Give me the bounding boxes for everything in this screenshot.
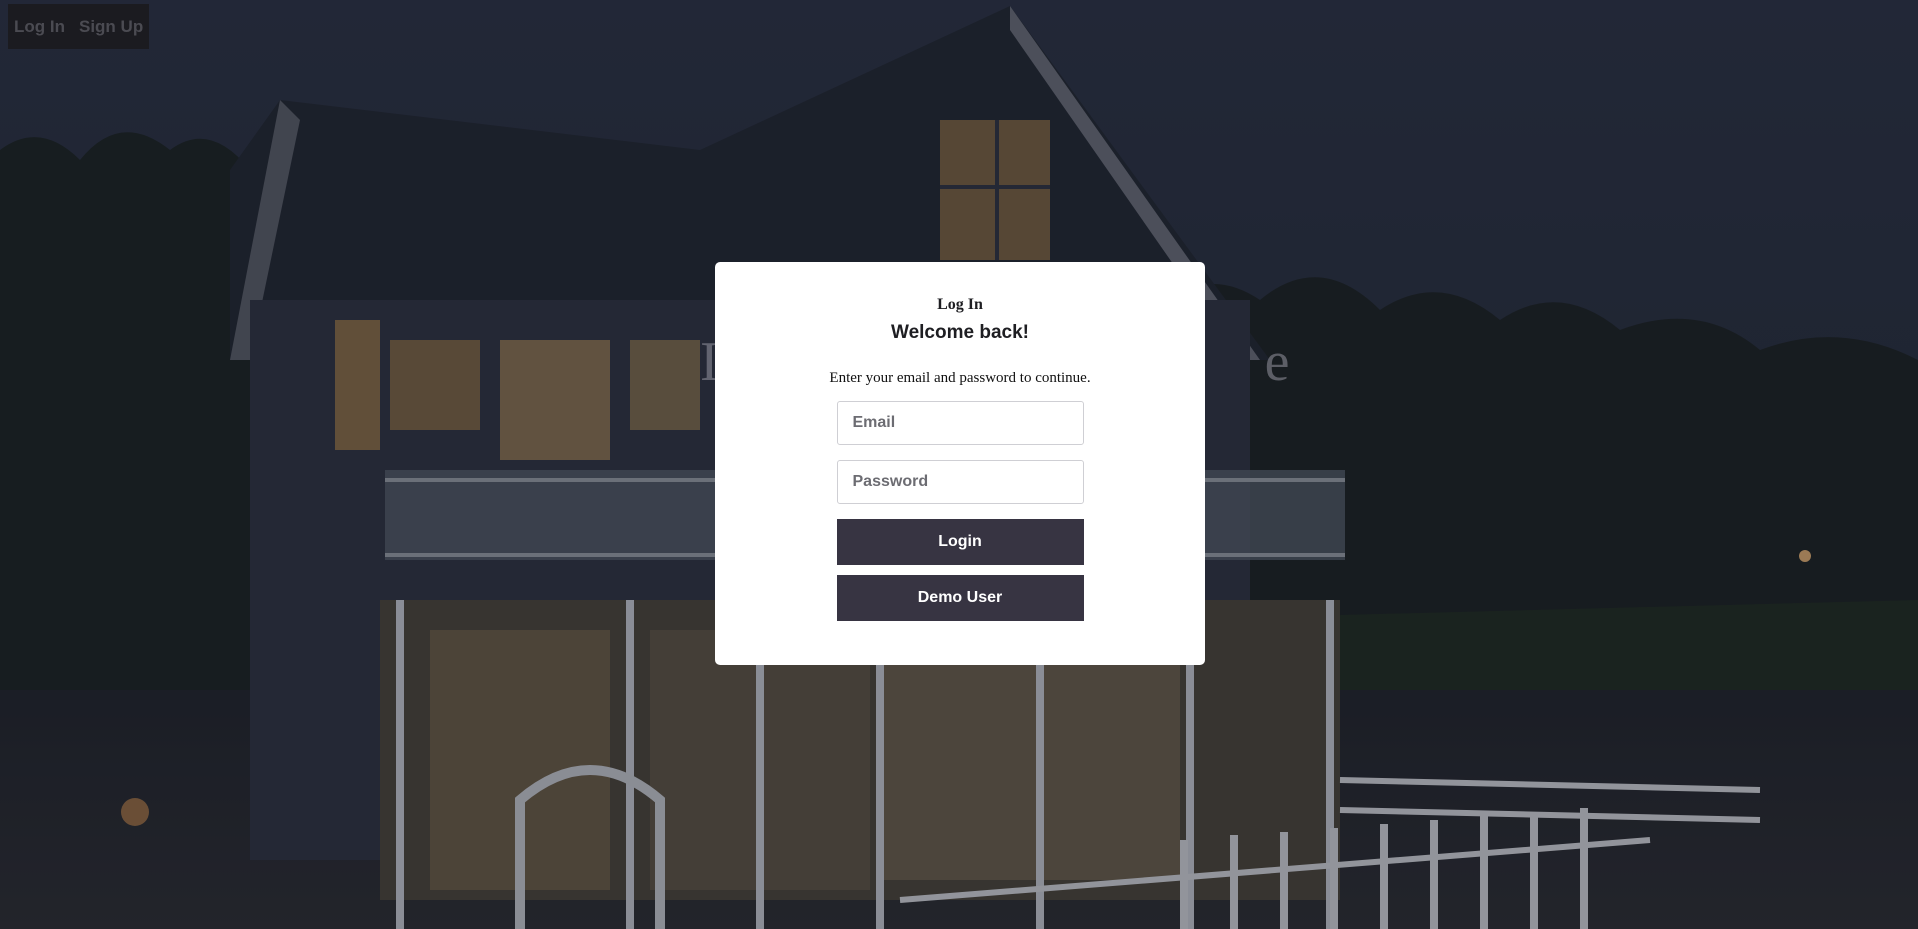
login-modal: Log In Welcome back! Enter your email an…: [715, 262, 1205, 665]
nav-signup-link[interactable]: Sign Up: [79, 17, 143, 37]
login-button[interactable]: Login: [836, 519, 1084, 565]
modal-title: Log In: [937, 296, 983, 313]
demo-user-button[interactable]: Demo User: [836, 575, 1084, 621]
welcome-heading: Welcome back!: [891, 322, 1029, 343]
nav-login-link[interactable]: Log In: [14, 17, 65, 37]
email-input[interactable]: [836, 401, 1084, 445]
page: I e Log In Sign Up Log In Welcome back! …: [0, 0, 1918, 929]
instructions-text: Enter your email and password to continu…: [829, 370, 1091, 386]
top-nav: Log In Sign Up: [8, 4, 150, 49]
password-input[interactable]: [836, 460, 1084, 504]
